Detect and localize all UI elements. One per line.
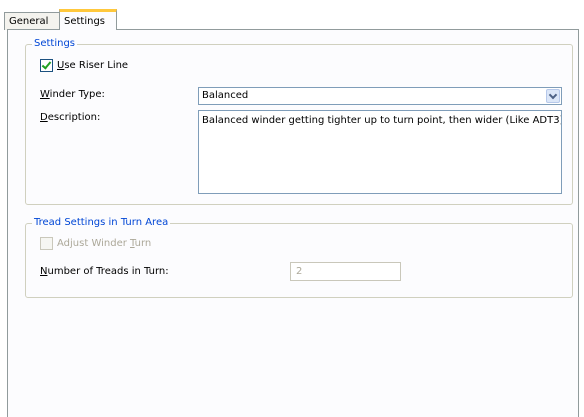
- tab-strip: General Settings: [0, 0, 584, 30]
- number-of-treads-label: Number of Treads in Turn:: [40, 266, 169, 277]
- description-mnemonic: D: [40, 112, 48, 123]
- winder-type-label: Winder Type:: [40, 89, 105, 100]
- winder-type-label-rest: inder Type:: [49, 89, 105, 100]
- adjust-winder-turn-row[interactable]: Adjust Winder Turn: [40, 237, 151, 250]
- tab-settings-label: Settings: [64, 16, 106, 27]
- description-label-rest: escription:: [47, 112, 101, 123]
- chevron-down-icon[interactable]: [546, 89, 560, 103]
- number-of-treads-label-rest: umber of Treads in Turn:: [47, 266, 169, 277]
- adjust-winder-turn-label-prefix: Adjust Winder: [57, 238, 131, 249]
- tread-settings-groupbox: Tread Settings in Turn Area: [25, 217, 573, 298]
- adjust-winder-turn-label: Adjust Winder Turn: [57, 238, 151, 249]
- use-riser-line-row[interactable]: Use Riser Line: [40, 59, 128, 72]
- description-label: Description:: [40, 112, 100, 123]
- tab-general-label: General: [9, 16, 49, 27]
- winder-type-mnemonic: W: [40, 89, 50, 100]
- tread-settings-group-title: Tread Settings in Turn Area: [32, 217, 171, 228]
- use-riser-line-label-rest: se Riser Line: [64, 60, 129, 71]
- use-riser-line-checkbox[interactable]: [40, 59, 53, 72]
- adjust-winder-turn-label-rest: urn: [134, 238, 152, 249]
- adjust-winder-turn-checkbox[interactable]: [40, 237, 53, 250]
- number-of-treads-input[interactable]: 2: [290, 262, 401, 281]
- winder-type-select[interactable]: Balanced: [198, 87, 562, 105]
- tab-settings[interactable]: Settings: [59, 9, 117, 30]
- use-riser-line-label: Use Riser Line: [57, 60, 128, 71]
- winder-type-value: Balanced: [202, 90, 249, 101]
- settings-group-title: Settings: [32, 38, 78, 49]
- description-textarea[interactable]: Balanced winder getting tighter up to tu…: [198, 110, 562, 194]
- tab-general[interactable]: General: [4, 12, 60, 30]
